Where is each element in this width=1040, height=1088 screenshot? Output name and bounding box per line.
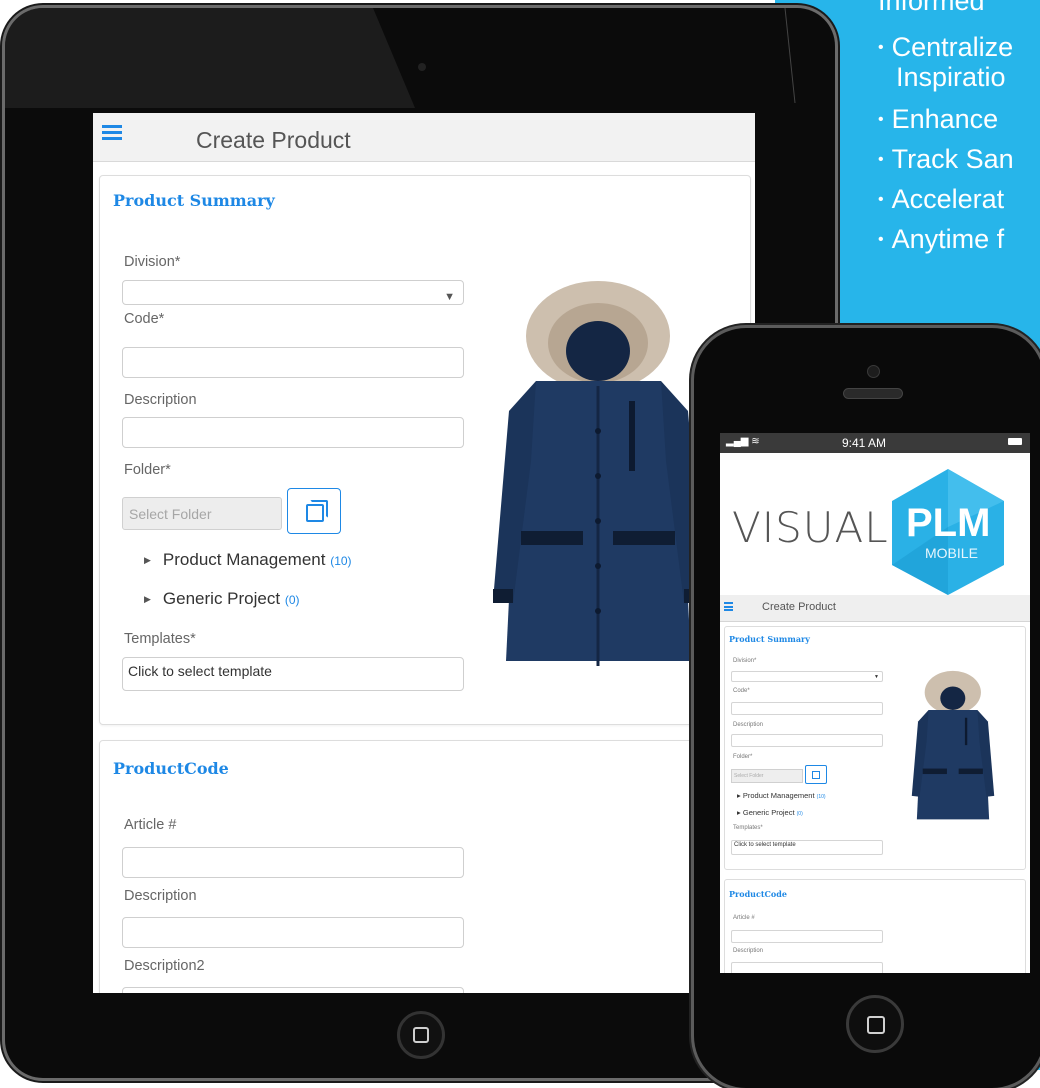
description-field[interactable] [731,962,883,973]
description-label: Description [733,722,764,728]
logo-mobile: MOBILE [925,545,978,561]
product-summary-card: Product Summary Division* ▼ Code* Descri… [724,626,1026,870]
code-label: Code* [124,311,165,327]
description-field[interactable] [122,917,464,948]
article-field[interactable] [731,930,883,943]
section-title: ProductCode [729,889,787,899]
bullet-item: • Anytime f [878,224,1005,254]
product-image [911,670,995,820]
code-field[interactable] [122,347,464,378]
bullet-item: • Track San [878,144,1014,174]
speaker-grille [843,388,903,399]
page-title: Create Product [762,601,836,613]
tree-item-product-management[interactable]: ▸ Product Management (10) [737,791,826,800]
tree-item-generic-project[interactable]: ▶ Generic Project (0) [144,589,300,609]
status-bar: ▂▄▆ ≋ 9:41 AM [720,433,1030,453]
menu-icon[interactable] [724,602,733,611]
app-header: Create Product [720,595,1030,622]
section-title: Product Summary [729,634,810,644]
select-folder-button[interactable] [287,488,341,534]
article-label: Article # [733,915,755,921]
description-label: Description [733,948,764,954]
signal-icon: ▂▄▆ ≋ [726,436,760,447]
article-field[interactable] [122,847,464,878]
bullet-item: Informed [878,0,985,16]
phone-screen: ▂▄▆ ≋ 9:41 AM VISUAL PLM MOBILE Create P… [720,433,1030,973]
bullet-item: • Accelerat [878,184,1005,214]
folder-label: Folder* [733,754,753,760]
product-code-card: ProductCode Article # Description [724,879,1026,973]
folder-input[interactable]: Select Folder [122,497,282,530]
division-select[interactable]: ▼ [122,280,464,305]
template-selector[interactable]: Click to select template [122,657,464,691]
folder-input[interactable]: Select Folder [731,769,803,783]
caret-right-icon: ▶ [144,594,151,604]
code-label: Code* [733,688,750,694]
templates-label: Templates* [124,631,196,647]
select-folder-button[interactable] [805,765,827,784]
description2-field[interactable] [122,987,464,993]
logo-plm: PLM [906,501,991,545]
battery-icon [1008,438,1022,445]
bullet-item: Inspiratio [896,62,1006,92]
description2-label: Description2 [124,958,205,974]
description-label: Description [124,888,197,904]
description-label: Description [124,392,197,408]
section-title: ProductCode [113,759,229,778]
bullet-item: • Enhance [878,104,999,134]
menu-icon[interactable] [102,125,122,141]
template-selector[interactable]: Click to select template [731,840,883,855]
code-field[interactable] [731,702,883,715]
camera-icon [867,365,880,378]
tablet-screen: Create Product Product Summary Division*… [93,113,755,993]
tree-item-product-management[interactable]: ▶ Product Management (10) [144,550,352,570]
article-label: Article # [124,817,177,833]
division-select[interactable]: ▼ [731,671,883,682]
product-image [493,281,704,666]
page-title: Create Product [196,127,351,153]
division-label: Division* [733,658,757,664]
app-header: Create Product [93,113,755,162]
product-code-card: ProductCode Article # Description Descri… [99,740,751,993]
section-title: Product Summary [113,191,275,210]
description-field[interactable] [122,417,464,448]
templates-label: Templates* [733,825,763,831]
camera-icon [418,63,426,71]
chevron-down-icon: ▼ [444,291,455,303]
copy-icon [812,771,820,779]
tree-item-generic-project[interactable]: ▸ Generic Project (0) [737,808,803,817]
phone-device: ▂▄▆ ≋ 9:41 AM VISUAL PLM MOBILE Create P… [694,328,1040,1088]
home-button[interactable] [846,995,904,1053]
division-label: Division* [124,254,181,270]
description-field[interactable] [731,734,883,747]
folder-label: Folder* [124,462,171,478]
logo-text: VISUAL [732,503,889,552]
status-time: 9:41 AM [842,436,887,450]
home-button[interactable] [397,1011,445,1059]
caret-right-icon: ▶ [144,555,151,565]
